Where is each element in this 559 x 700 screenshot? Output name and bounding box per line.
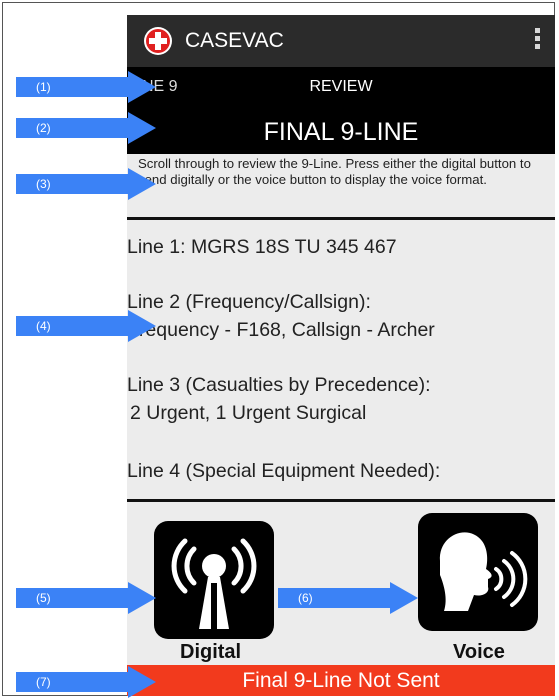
nine-line-list[interactable]: Line 1: MGRS 18S TU 345 467 Line 2 (Freq…: [127, 222, 555, 501]
callout-label: (4): [36, 319, 51, 333]
status-bar: Final 9-Line Not Sent: [127, 665, 555, 696]
callout-label: (3): [36, 177, 51, 191]
line-3-value: 2 Urgent, 1 Urgent Surgical: [130, 402, 367, 424]
line-1-label: Line 1: MGRS 18S TU 345 467: [127, 236, 397, 258]
voice-button-label[interactable]: Voice: [453, 641, 505, 664]
nav-current-tab[interactable]: REVIEW: [127, 78, 555, 96]
app-title: CASEVAC: [185, 29, 284, 52]
digital-button[interactable]: [154, 521, 274, 639]
medical-cross-icon: [143, 26, 173, 56]
instructions-text: Scroll through to review the 9-Line. Pre…: [138, 156, 531, 187]
callout-label: (5): [36, 591, 51, 605]
digital-button-label[interactable]: Digital: [180, 641, 241, 664]
radio-antenna-icon: [171, 538, 257, 629]
line-2-value: Frequency - F168, Callsign - Archer: [127, 319, 435, 341]
callout-label: (2): [36, 121, 51, 135]
callout-label: (7): [36, 675, 51, 689]
divider: [127, 217, 555, 220]
screen-title: FINAL 9-LINE: [127, 110, 555, 154]
voice-button[interactable]: [418, 513, 538, 631]
action-bar: CASEVAC: [127, 15, 555, 67]
voice-speaking-icon: [439, 532, 528, 611]
line-2-label: Line 2 (Frequency/Callsign):: [127, 291, 371, 313]
overflow-menu-icon[interactable]: [535, 28, 541, 54]
nav-bar: NE 9 REVIEW: [127, 67, 555, 110]
divider: [127, 499, 555, 502]
line-4-label: Line 4 (Special Equipment Needed):: [127, 460, 441, 482]
callout-label: (1): [36, 80, 51, 94]
line-3-label: Line 3 (Casualties by Precedence):: [127, 374, 431, 396]
callout-label: (6): [298, 591, 313, 605]
